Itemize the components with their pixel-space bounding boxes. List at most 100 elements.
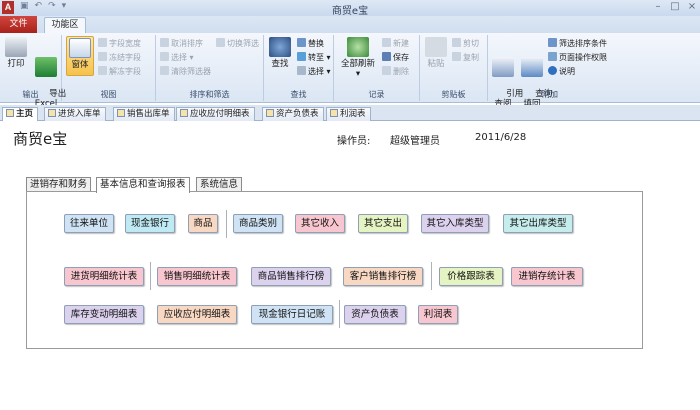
refresh-all-button[interactable]: 全部刷新 ▾: [338, 37, 378, 79]
btn-other-income[interactable]: 其它收入: [295, 214, 345, 233]
btn-contacts[interactable]: 往来单位: [64, 214, 114, 233]
column-width-icon: [98, 38, 107, 47]
btn-price-tracking[interactable]: 价格跟踪表: [439, 267, 503, 286]
filter-list-icon: [548, 38, 557, 47]
minimize-icon[interactable]: –: [652, 1, 664, 13]
btn-products[interactable]: 商品: [188, 214, 218, 233]
filter-sort-conditions-button[interactable]: 筛选排序条件: [548, 38, 607, 49]
window-button[interactable]: 窗体: [66, 36, 94, 76]
doc-tab-sales-out[interactable]: 销售出库单: [113, 107, 175, 121]
group-output: 打印 导出 Excel 输出: [0, 35, 66, 109]
goto-arrow-icon: [297, 52, 306, 61]
btn-cash-bank-journal[interactable]: 现金银行日记账: [251, 305, 333, 324]
btn-stock-change-detail[interactable]: 库存变动明细表: [64, 305, 144, 324]
select-button[interactable]: 选择 ▾: [297, 66, 331, 77]
disk-icon: [382, 52, 391, 61]
btn-balance-sheet[interactable]: 资产负债表: [344, 305, 406, 324]
btn-other-out-type[interactable]: 其它出库类型: [503, 214, 573, 233]
query-fill-icon: [521, 57, 543, 77]
maximize-icon[interactable]: □: [669, 1, 681, 13]
clear-filter-button[interactable]: 清除筛选器: [160, 66, 211, 77]
cursor-icon: [297, 66, 306, 75]
tab-page-panel: 往来单位 现金银行 商品 商品类别 其它收入 其它支出 其它入库类型 其它出库类…: [26, 191, 643, 349]
doc-tab-balance-sheet[interactable]: 资产负债表: [262, 107, 324, 121]
field-width-button[interactable]: 字段宽度: [98, 38, 141, 49]
binoculars-icon: [269, 37, 291, 57]
group-label: 视图: [100, 90, 117, 99]
window-title: 商贸e宝: [331, 6, 369, 17]
excel-icon: [35, 57, 57, 77]
ribbon: 打印 导出 Excel 输出 窗体 字段宽度 冻结字段 解冻字段 视图 取消排序…: [0, 33, 700, 109]
replace-button[interactable]: 替换: [297, 38, 324, 49]
group-label: 排序和筛选: [189, 90, 230, 99]
group-find: 查找 替换 转至 ▾ 选择 ▾ 查找: [264, 35, 334, 101]
cancel-sort-button[interactable]: 取消排序: [160, 38, 203, 49]
btn-cash-bank[interactable]: 现金银行: [125, 214, 175, 233]
page-permission-button[interactable]: 页面操作权限: [548, 52, 607, 63]
freeze-fields-button[interactable]: 冻结字段: [98, 52, 141, 63]
btn-sales-detail[interactable]: 销售明细统计表: [157, 267, 237, 286]
help-button[interactable]: 说明: [548, 66, 575, 77]
form-tab-icon: [48, 109, 56, 117]
form-title: 商贸e宝: [13, 130, 68, 148]
btn-other-in-type[interactable]: 其它入库类型: [421, 214, 489, 233]
clipboard-icon: [425, 37, 447, 57]
goto-button[interactable]: 转至 ▾: [297, 52, 331, 63]
paste-button[interactable]: 粘贴: [424, 37, 448, 69]
doc-tab-home[interactable]: 主页: [2, 107, 39, 121]
divider: [150, 262, 151, 290]
printer-icon: [5, 37, 27, 57]
help-icon: [548, 66, 557, 75]
group-label: 附加: [542, 90, 558, 99]
reference-icon: [492, 57, 514, 77]
doc-tab-purchase-in[interactable]: 进货入库单: [44, 107, 106, 121]
file-tab[interactable]: 文件: [0, 16, 37, 33]
save-record-button[interactable]: 保存: [382, 52, 409, 63]
find-button[interactable]: 查找: [268, 37, 292, 69]
print-button[interactable]: 打印: [4, 37, 28, 69]
freeze-icon: [98, 52, 107, 61]
unfreeze-fields-button[interactable]: 解冻字段: [98, 66, 141, 77]
tab-ribbon-function[interactable]: 功能区: [44, 17, 86, 33]
delete-record-button[interactable]: 删除: [382, 66, 409, 77]
form-tab-icon: [117, 109, 125, 117]
doc-tab-profit[interactable]: 利润表: [326, 107, 371, 121]
group-label: 输出: [22, 90, 39, 99]
copy-button[interactable]: 复制: [452, 52, 479, 63]
select-filter-button[interactable]: 选择 ▾: [160, 52, 194, 63]
btn-product-sales-ranking[interactable]: 商品销售排行榜: [251, 267, 331, 286]
btn-customer-sales-ranking[interactable]: 客户销售排行榜: [343, 267, 423, 286]
btn-product-category[interactable]: 商品类别: [233, 214, 283, 233]
new-record-button[interactable]: 新建: [382, 38, 409, 49]
divider: [339, 300, 340, 328]
divider: [431, 262, 432, 290]
group-label: 记录: [368, 90, 385, 99]
divider: [226, 210, 227, 238]
tab-basic-info-reports[interactable]: 基本信息和查询报表: [96, 177, 190, 193]
form-tab-icon: [330, 109, 338, 117]
group-view: 窗体 字段宽度 冻结字段 解冻字段 视图: [62, 35, 156, 101]
btn-purchase-detail[interactable]: 进货明细统计表: [64, 267, 144, 286]
group-extra: 引用 查阅 查询 填回 筛选排序条件 页面操作权限 说明 附加: [488, 35, 612, 109]
tab-inventory-finance[interactable]: 进销存和财务: [26, 177, 92, 192]
permission-icon: [548, 52, 557, 61]
select-icon: [160, 52, 169, 61]
cut-button[interactable]: 剪切: [452, 38, 479, 49]
btn-other-expense[interactable]: 其它支出: [358, 214, 408, 233]
operator-label: 操作员:: [337, 136, 371, 147]
group-clipboard: 粘贴 剪切 复制 剪贴板: [420, 35, 488, 101]
tab-system-info[interactable]: 系统信息: [196, 177, 243, 192]
doc-tab-receivable-payable[interactable]: 应收应付明细表: [176, 107, 255, 121]
close-icon[interactable]: ×: [686, 1, 698, 13]
toggle-filter-button[interactable]: 切换筛选: [216, 38, 259, 49]
btn-inventory-stats[interactable]: 进销存统计表: [511, 267, 583, 286]
main-form: 商贸e宝 操作员: 超级管理员 2011/6/28 进销存和财务 基本信息和查询…: [0, 122, 700, 410]
operator-name: 超级管理员: [390, 136, 440, 147]
scissors-icon: [452, 38, 461, 47]
new-icon: [382, 38, 391, 47]
btn-receivable-payable-detail[interactable]: 应收应付明细表: [157, 305, 237, 324]
btn-profit-statement[interactable]: 利润表: [418, 305, 458, 324]
refresh-icon: [347, 37, 369, 57]
form-tab-icon: [266, 109, 274, 117]
delete-icon: [382, 66, 391, 75]
